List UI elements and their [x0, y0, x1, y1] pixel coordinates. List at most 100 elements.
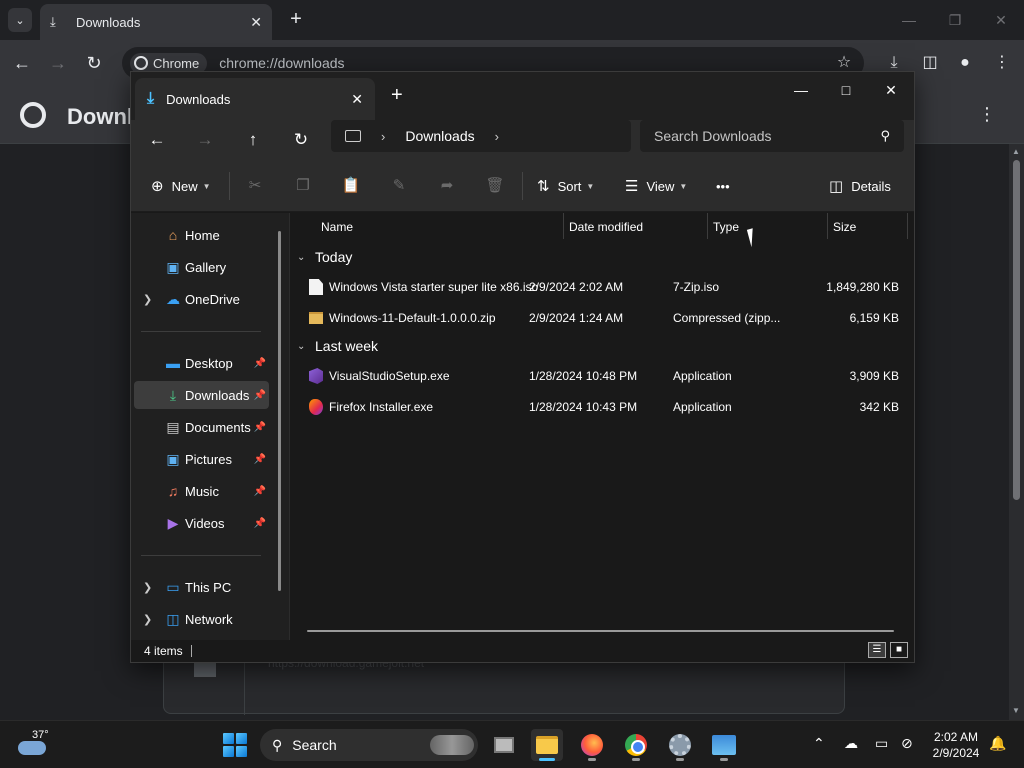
page-scrollbar[interactable]: ▲ ▼ — [1009, 144, 1024, 720]
explorer-up-button[interactable]: ↑ — [237, 126, 269, 154]
search-input[interactable]: Search Downloads — [654, 128, 880, 144]
cut-icon[interactable]: ✂ — [243, 174, 267, 198]
restore-button[interactable]: ❐ — [943, 8, 967, 32]
task-view-button[interactable] — [488, 729, 520, 761]
file-row[interactable]: Windows-11-Default-1.0.0.0.zip 2/9/2024 … — [301, 304, 901, 332]
chrome-app[interactable] — [620, 729, 652, 761]
explorer-maximize-button[interactable]: □ — [826, 76, 866, 104]
forward-button[interactable]: → — [46, 51, 70, 75]
explorer-forward-button[interactable]: → — [189, 126, 221, 154]
new-button[interactable]: ⊕ New ▼ — [151, 174, 211, 198]
copy-icon[interactable]: ❐ — [291, 174, 315, 198]
column-divider[interactable] — [707, 213, 708, 239]
nav-item-downloads[interactable]: ⤓ Downloads 📌 — [134, 381, 269, 409]
menu-icon[interactable]: ⋮ — [992, 53, 1012, 73]
file-row[interactable]: Windows Vista starter super lite x86.iso… — [301, 273, 901, 301]
close-icon[interactable]: ✕ — [250, 14, 262, 31]
chevron-right-icon[interactable]: › — [381, 129, 385, 144]
file-list-scrollbar[interactable] — [307, 630, 894, 632]
paste-icon[interactable]: 📋 — [339, 174, 363, 198]
column-divider[interactable] — [907, 213, 908, 239]
photos-app[interactable] — [708, 729, 740, 761]
explorer-refresh-button[interactable]: ↻ — [285, 126, 317, 154]
firefox-app[interactable] — [576, 729, 608, 761]
nav-pane-scrollbar[interactable] — [278, 231, 281, 591]
nav-item-network[interactable]: ❯ ◫ Network — [134, 605, 269, 633]
settings-app[interactable] — [664, 729, 696, 761]
pin-icon[interactable]: 📌 — [254, 518, 266, 529]
pin-icon[interactable]: 📌 — [254, 486, 266, 497]
tiles-view-icon[interactable]: ■ — [890, 642, 908, 658]
column-date-modified[interactable]: Date modified — [569, 220, 643, 234]
chevron-right-icon[interactable]: ❯ — [143, 613, 152, 626]
back-button[interactable]: ← — [10, 51, 34, 75]
scroll-up-icon[interactable]: ▲ — [1012, 147, 1020, 156]
delete-icon[interactable]: 🗑 — [483, 174, 507, 198]
nav-item-desktop[interactable]: ▬ Desktop 📌 — [134, 349, 269, 377]
explorer-tab-downloads[interactable]: ⤓ Downloads ✕ — [135, 78, 375, 120]
column-divider[interactable] — [827, 213, 828, 239]
breadcrumb-downloads[interactable]: Downloads — [405, 128, 474, 144]
clock[interactable]: 2:02 AM 2/9/2024 — [928, 729, 984, 761]
downloads-icon[interactable]: ⤓ — [884, 53, 904, 73]
minimize-button[interactable]: — — [897, 8, 921, 32]
column-name[interactable]: Name — [321, 220, 353, 234]
taskbar-search[interactable]: ⚲ Search — [260, 729, 478, 761]
details-view-icon[interactable]: ☰ — [868, 642, 886, 658]
column-divider[interactable] — [563, 213, 564, 239]
explorer-search-box[interactable]: Search Downloads ⚲ — [640, 120, 904, 152]
bookmark-star-icon[interactable]: ☆ — [834, 53, 854, 73]
explorer-minimize-button[interactable]: — — [781, 76, 821, 104]
chevron-up-icon[interactable]: ⌃ — [813, 735, 825, 752]
chrome-tab-downloads[interactable]: ⤓ Downloads ✕ — [40, 4, 272, 40]
close-window-button[interactable]: ✕ — [989, 8, 1013, 32]
tab-search-button[interactable]: ⌄ — [8, 8, 32, 32]
nav-item-videos[interactable]: ▶ Videos 📌 — [134, 509, 269, 537]
nav-item-pictures[interactable]: ▣ Pictures 📌 — [134, 445, 269, 473]
group-header-last-week[interactable]: ⌄ Last week — [297, 338, 378, 354]
nav-item-music[interactable]: ♫ Music 📌 — [134, 477, 269, 505]
pin-icon[interactable]: 📌 — [254, 358, 266, 369]
profile-icon[interactable]: ● — [955, 53, 975, 73]
details-button[interactable]: ◫ Details — [829, 174, 891, 198]
scroll-down-icon[interactable]: ▼ — [1012, 706, 1020, 715]
pin-icon[interactable]: 📌 — [254, 454, 266, 465]
explorer-close-button[interactable]: ✕ — [871, 76, 911, 104]
chevron-right-icon[interactable]: ❯ — [143, 581, 152, 594]
rename-icon[interactable]: ✎ — [387, 174, 411, 198]
column-type[interactable]: Type — [713, 220, 739, 234]
pane-divider[interactable] — [289, 213, 290, 640]
new-tab-button[interactable]: + — [284, 8, 308, 32]
reload-button[interactable]: ↻ — [82, 51, 106, 75]
file-explorer-app[interactable] — [531, 729, 563, 761]
file-row[interactable]: Firefox Installer.exe 1/28/2024 10:43 PM… — [301, 393, 901, 421]
view-button[interactable]: ☰ View ▼ — [625, 174, 687, 198]
nav-item-gallery[interactable]: ▣ Gallery — [134, 253, 269, 281]
close-icon[interactable]: ✕ — [351, 91, 363, 108]
explorer-back-button[interactable]: ← — [141, 126, 173, 154]
onedrive-offline-icon[interactable]: ☁ — [844, 735, 858, 752]
share-icon[interactable]: ➦ — [435, 174, 459, 198]
chevron-right-icon[interactable]: › — [495, 129, 499, 144]
notification-bell-icon[interactable]: 🔔 — [989, 735, 1006, 752]
scrollbar-thumb[interactable] — [1013, 160, 1020, 500]
explorer-new-tab-button[interactable]: + — [391, 84, 403, 107]
start-button[interactable] — [223, 733, 247, 757]
weather-widget[interactable]: 37° — [18, 729, 49, 759]
network-icon[interactable]: ▭ — [875, 735, 888, 752]
chevron-right-icon[interactable]: ❯ — [143, 293, 152, 306]
nav-item-onedrive[interactable]: ❯ ☁ OneDrive — [134, 285, 269, 313]
pin-icon[interactable]: 📌 — [254, 422, 266, 433]
nav-item-this-pc[interactable]: ❯ ▭ This PC — [134, 573, 269, 601]
pin-icon[interactable]: 📌 — [254, 390, 266, 401]
explorer-address-bar[interactable]: › Downloads › — [331, 120, 631, 152]
column-size[interactable]: Size — [833, 220, 856, 234]
more-options-button[interactable]: ••• — [716, 174, 730, 198]
group-header-today[interactable]: ⌄ Today — [297, 249, 352, 265]
volume-muted-icon[interactable]: ⊘ — [901, 735, 913, 752]
page-menu-icon[interactable]: ⋮ — [978, 104, 996, 125]
file-row[interactable]: VisualStudioSetup.exe 1/28/2024 10:48 PM… — [301, 362, 901, 390]
side-panel-icon[interactable]: ◫ — [920, 53, 940, 73]
sort-button[interactable]: ⇅ Sort ▼ — [537, 174, 594, 198]
nav-item-documents[interactable]: ▤ Documents 📌 — [134, 413, 269, 441]
